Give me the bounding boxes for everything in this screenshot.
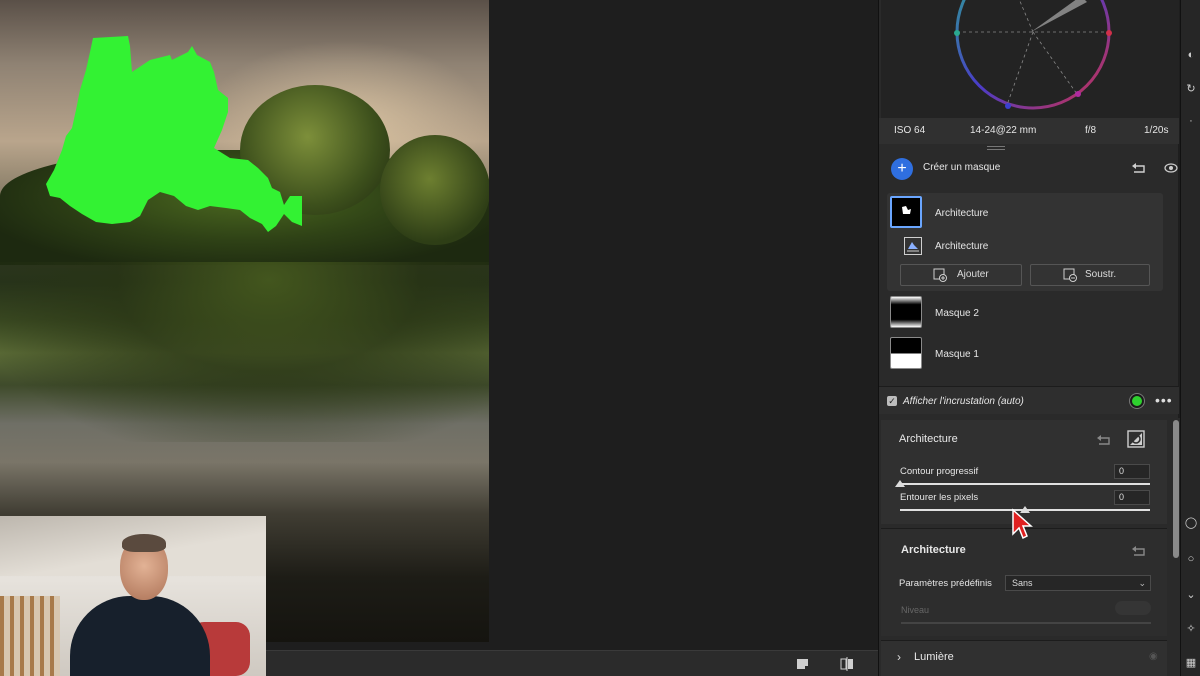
circle-icon[interactable]: ◯ [1184,516,1198,530]
chevron-right-icon: › [897,650,901,664]
webcam-overlay [0,516,266,676]
mask-label-masque-1: Masque 1 [935,349,979,360]
show-overlay-row: ✓ Afficher l'incrustation (auto) ••• [879,386,1179,414]
chevron-down-icon[interactable]: ⌄ [1184,588,1198,602]
create-mask-label: Créer un masque [923,162,1001,173]
mouse-cursor-icon [1012,508,1033,540]
exif-bar: ISO 64 14-24@22 mm f/8 1/20s [879,118,1179,144]
show-overlay-checkbox[interactable]: ✓ [887,396,897,406]
stair-railing [0,596,60,676]
add-mask-icon [933,268,947,282]
app-window: ISO 64 14-24@22 mm f/8 1/20s + Créer un … [0,0,1200,676]
mask-thumbnail-architecture[interactable] [890,196,922,228]
right-panel: ISO 64 14-24@22 mm f/8 1/20s + Créer un … [878,0,1179,676]
reset-icon[interactable] [1131,161,1147,175]
rotate-icon[interactable]: ↻ [1184,82,1198,96]
architecture-adjust-title: Architecture [901,544,966,556]
mask-label-masque-2: Masque 2 [935,308,979,319]
panel-scrollbar[interactable] [1172,418,1180,676]
presenter-hair [122,534,166,552]
more-options-icon[interactable]: ••• [1155,392,1173,408]
subtract-mask-button[interactable]: Soustr. [1030,264,1150,286]
mask-overlay [46,36,302,232]
preset-select[interactable]: Sans ⌄ [1005,575,1151,591]
compare-view-icon[interactable] [840,657,854,671]
chevron-down-icon: ⌄ [1138,578,1146,588]
tool-strip: ◐ ↻ · ◯ ○ ⌄ ✧ ▦ [1180,0,1200,676]
scrollbar-thumb[interactable] [1173,420,1179,558]
reset-icon[interactable] [1131,544,1147,558]
architecture-adjust-card: Architecture Paramètres prédéfinis Sans … [881,528,1167,636]
preset-label: Paramètres prédéfinis [899,578,992,589]
subtract-mask-icon [1063,268,1077,282]
invert-mask-icon[interactable] [1127,430,1145,448]
refine-pixels-value-input[interactable]: 0 [1114,490,1150,505]
overlay-color-swatch[interactable] [1130,394,1144,408]
mask-thumbnail-shape [902,206,911,214]
create-mask-button[interactable]: + [891,158,913,180]
architecture-component-icon [904,237,922,255]
architecture-refine-title: Architecture [899,433,958,445]
exif-shutter: 1/20s [1144,125,1169,136]
exif-iso: ISO 64 [894,125,926,136]
amount-value-input[interactable] [1115,601,1151,615]
tool-icon[interactable]: · [1184,114,1198,128]
canvas-background [489,0,878,650]
preset-select-value: Sans [1012,578,1033,588]
refine-pixels-label: Entourer les pixels [900,492,979,503]
magic-wand-icon[interactable]: ✧ [1184,622,1198,636]
bottom-toolbar [266,650,878,676]
show-overlay-label: Afficher l'incrustation (auto) [903,396,1024,407]
amount-label: Niveau [901,605,930,615]
tool-icon[interactable]: ◐ [1184,48,1198,62]
add-mask-label: Ajouter [957,269,989,280]
mask-thumbnail-masque-2[interactable] [890,296,922,328]
single-view-icon[interactable] [796,657,810,671]
reset-icon[interactable] [1096,433,1112,447]
subtract-mask-label: Soustr. [1085,269,1117,280]
grid-icon[interactable]: ▦ [1184,656,1198,670]
color-wheel-area [881,0,1179,118]
eye-icon[interactable] [1164,162,1178,174]
feather-slider-handle[interactable] [895,480,905,487]
masks-header: + Créer un masque [879,152,1179,186]
eye-icon[interactable]: ◉ [1149,651,1158,662]
presenter-torso [70,596,210,676]
mask-component-label: Architecture [935,241,989,252]
panel-resize-grip[interactable] [987,146,1005,150]
exif-lens: 14-24@22 mm [970,125,1037,136]
color-wheel [954,0,1112,110]
feather-value-input[interactable]: 0 [1114,464,1150,479]
add-mask-button[interactable]: Ajouter [900,264,1022,286]
light-section-header[interactable]: › Lumière ◉ [881,640,1167,676]
amount-slider-track[interactable] [901,622,1151,624]
light-section-label: Lumière [914,651,954,663]
mask-label-architecture: Architecture [935,208,989,219]
mask-thumbnail-masque-1[interactable] [890,337,922,369]
feather-label: Contour progressif [900,466,979,477]
mask-group-architecture[interactable]: Architecture Architecture Ajouter Soustr… [887,193,1163,291]
architecture-mask-shape [46,36,302,232]
search-icon[interactable]: ○ [1184,552,1198,566]
exif-aperture: f/8 [1085,125,1097,136]
feather-slider-track[interactable] [900,483,1150,485]
water-reflection [0,262,489,442]
